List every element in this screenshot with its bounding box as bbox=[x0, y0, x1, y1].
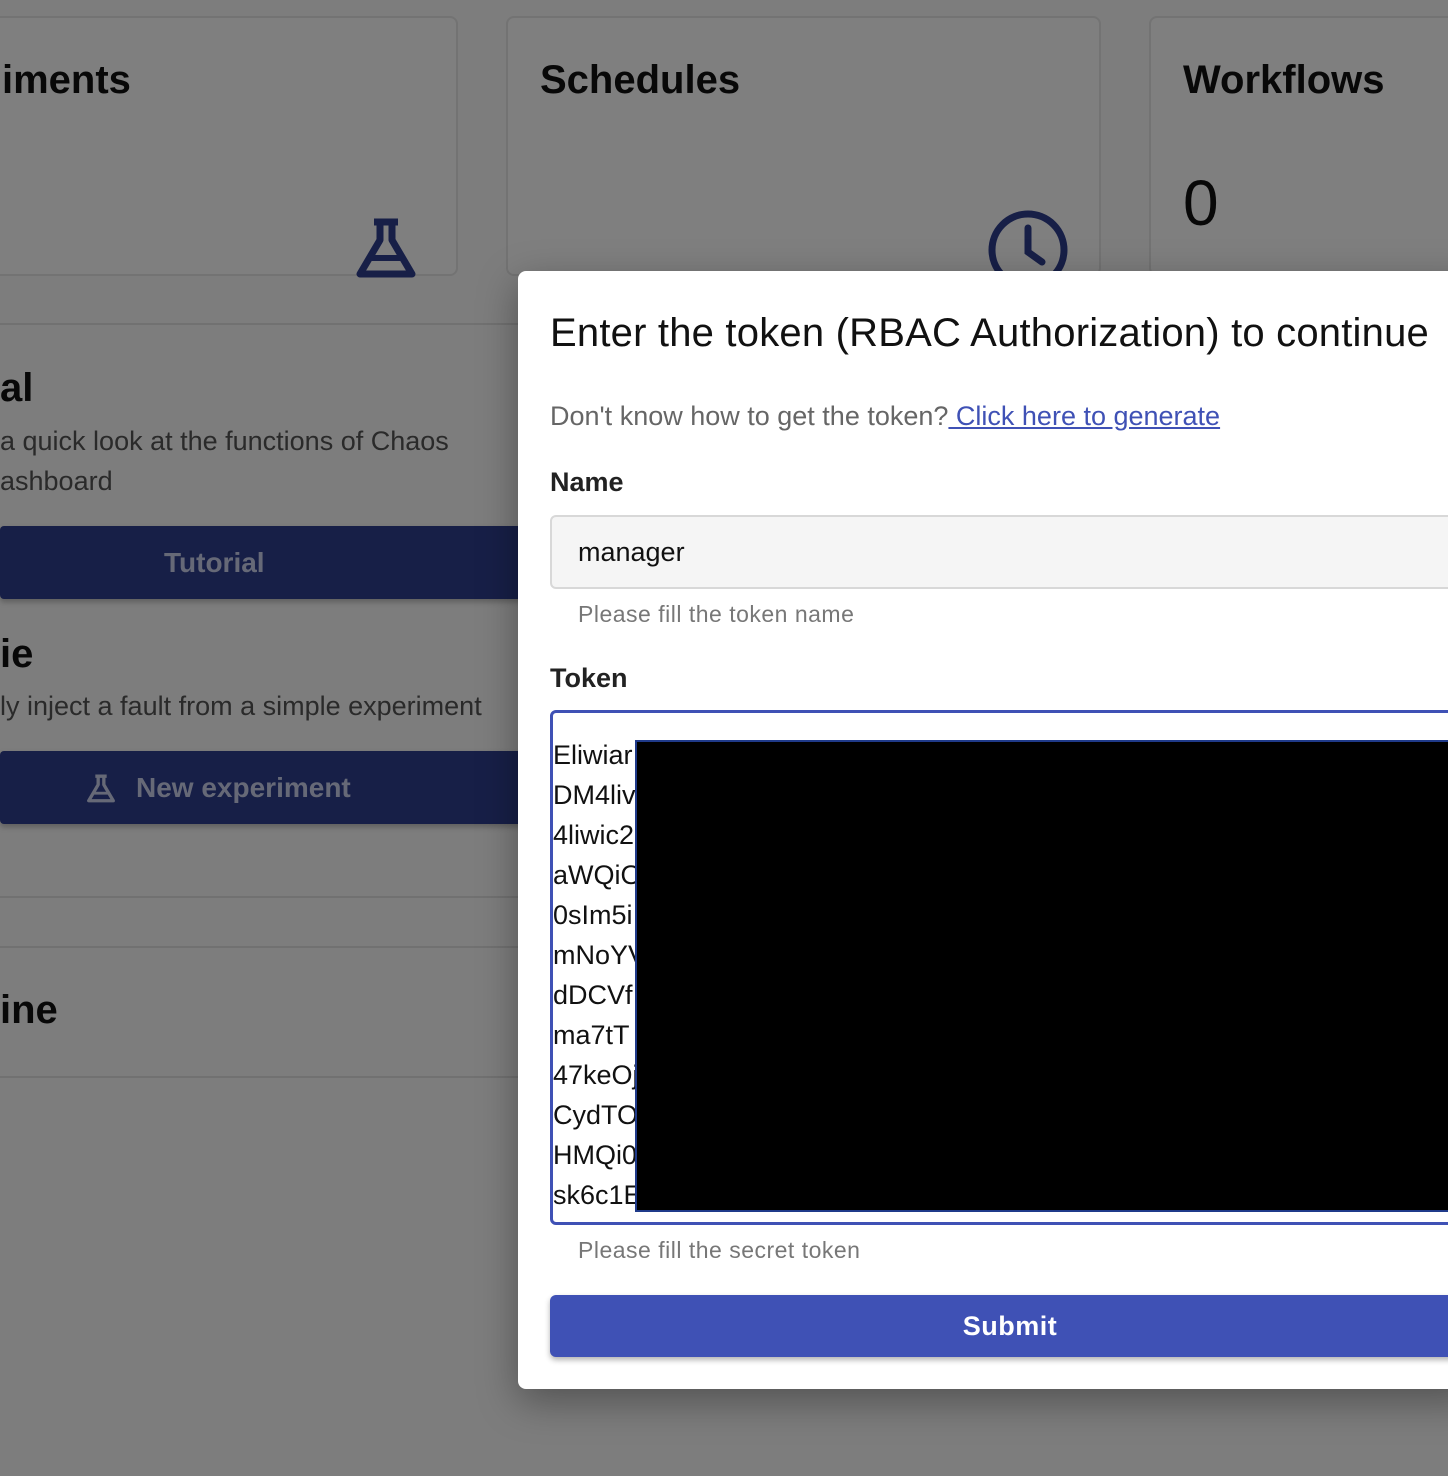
token-line: DM4liv bbox=[553, 780, 636, 810]
token-line: Eliwiar bbox=[553, 740, 633, 770]
help-text: Don't know how to get the token? bbox=[550, 401, 949, 431]
submit-button-label: Submit bbox=[962, 1310, 1058, 1341]
token-dialog: Enter the token (RBAC Authorization) to … bbox=[518, 271, 1448, 1389]
dialog-help-text: Don't know how to get the token? Click h… bbox=[550, 401, 1220, 432]
dialog-title: Enter the token (RBAC Authorization) to … bbox=[550, 311, 1429, 355]
token-line: ma7tT bbox=[553, 1020, 630, 1050]
name-field-label: Name bbox=[550, 467, 624, 497]
token-value: Eliwiar DM4liv 4liwic2 aWQiO 0sIm5i mNoY… bbox=[553, 735, 646, 1215]
token-textarea[interactable]: Eliwiar DM4liv 4liwic2 aWQiO 0sIm5i mNoY… bbox=[550, 710, 1448, 1225]
token-redaction-block bbox=[635, 740, 1448, 1212]
token-line: sk6c1E bbox=[553, 1180, 642, 1210]
submit-button[interactable]: Submit bbox=[550, 1295, 1448, 1357]
token-helper-text: Please fill the secret token bbox=[578, 1237, 861, 1263]
token-line: aWQiO bbox=[553, 860, 642, 890]
token-line: dDCVf bbox=[553, 980, 633, 1010]
name-input[interactable] bbox=[550, 515, 1448, 589]
token-line: HMQi0 bbox=[553, 1140, 638, 1170]
token-field-label: Token bbox=[550, 663, 628, 693]
name-helper-text: Please fill the token name bbox=[578, 601, 855, 627]
generate-token-link[interactable]: Click here to generate bbox=[948, 401, 1220, 431]
token-line: CydTO bbox=[553, 1100, 639, 1130]
token-line: 47keOj bbox=[553, 1060, 639, 1090]
token-line: mNoYV bbox=[553, 940, 647, 970]
token-line: 4liwic2 bbox=[553, 820, 635, 850]
token-line: 0sIm5i bbox=[553, 900, 633, 930]
